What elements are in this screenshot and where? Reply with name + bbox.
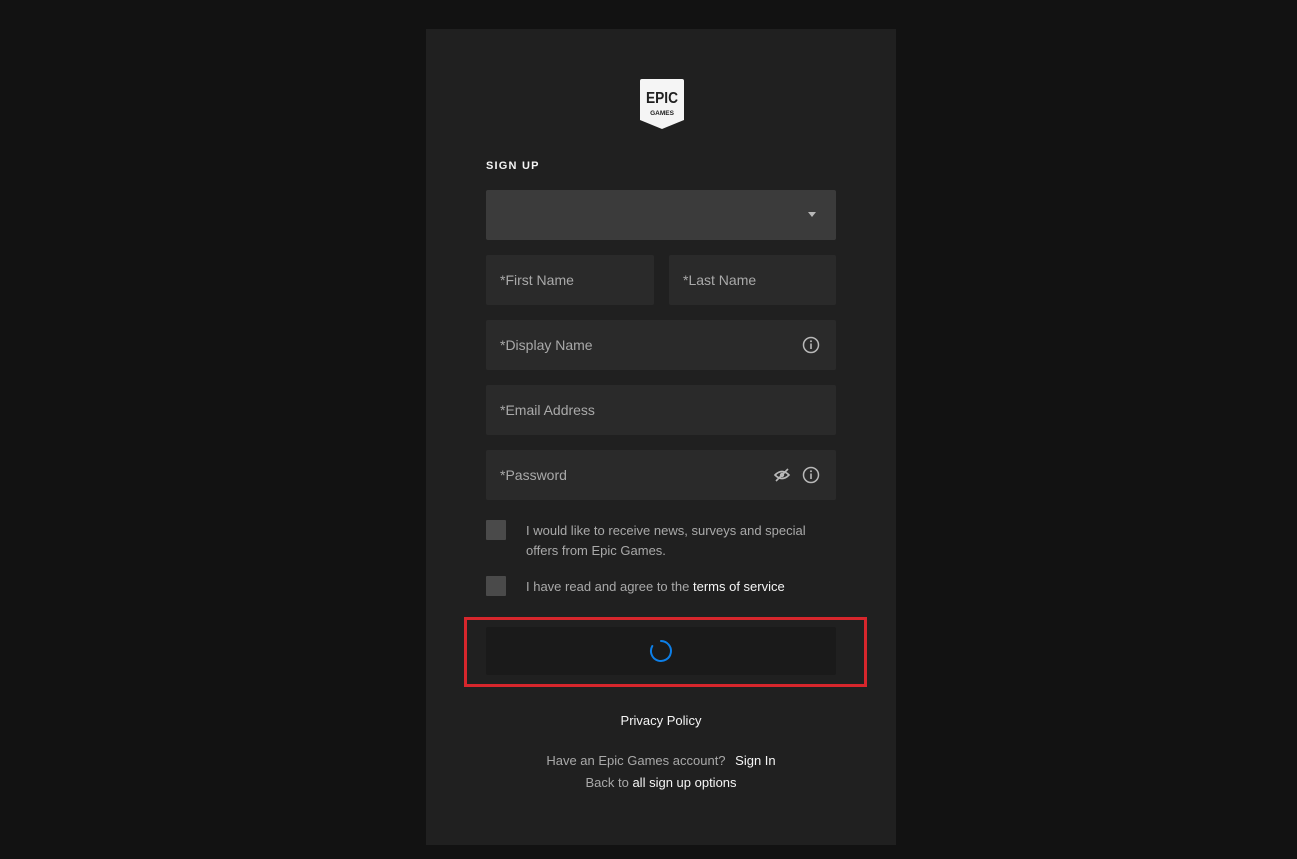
back-to-options-row: Back to all sign up options	[426, 775, 896, 790]
terms-of-service-link[interactable]: terms of service	[693, 579, 785, 594]
tos-label-text: I have read and agree to the	[526, 579, 690, 594]
eye-off-icon[interactable]	[773, 466, 791, 484]
chevron-down-icon	[808, 212, 816, 217]
sign-in-link[interactable]: Sign In	[735, 753, 775, 768]
signup-card: EPIC GAMES SIGN UP *First Name *Last Nam…	[426, 29, 896, 845]
submit-button[interactable]	[486, 627, 836, 675]
all-sign-up-options-link[interactable]: all sign up options	[632, 775, 736, 790]
loading-spinner-icon	[649, 640, 672, 662]
tos-checkbox[interactable]	[486, 576, 506, 596]
password-field[interactable]: *Password	[486, 450, 836, 500]
privacy-policy-link[interactable]: Privacy Policy	[621, 713, 702, 728]
country-select[interactable]	[486, 190, 836, 240]
epic-games-logo[interactable]: EPIC GAMES	[640, 79, 684, 129]
privacy-policy-row: Privacy Policy	[426, 713, 896, 728]
sign-in-row: Have an Epic Games account? Sign In	[426, 753, 896, 768]
first-name-field[interactable]: *First Name	[486, 255, 654, 305]
email-placeholder: *Email Address	[500, 402, 595, 418]
display-name-field[interactable]: *Display Name	[486, 320, 836, 370]
info-icon[interactable]	[802, 466, 820, 484]
last-name-field[interactable]: *Last Name	[669, 255, 836, 305]
have-account-text: Have an Epic Games account?	[546, 753, 726, 768]
tos-label: I have read and agree to the terms of se…	[526, 577, 826, 597]
password-placeholder: *Password	[500, 467, 567, 483]
logo-subtitle: GAMES	[650, 110, 675, 117]
newsletter-checkbox[interactable]	[486, 520, 506, 540]
signup-heading: SIGN UP	[486, 160, 540, 172]
info-icon[interactable]	[802, 336, 820, 354]
back-to-text: Back to	[585, 775, 629, 790]
display-name-placeholder: *Display Name	[500, 337, 593, 353]
email-field[interactable]: *Email Address	[486, 385, 836, 435]
first-name-placeholder: *First Name	[500, 272, 574, 288]
last-name-placeholder: *Last Name	[683, 272, 757, 288]
newsletter-label: I would like to receive news, surveys an…	[526, 523, 806, 558]
logo-wordmark: EPIC	[646, 90, 678, 107]
